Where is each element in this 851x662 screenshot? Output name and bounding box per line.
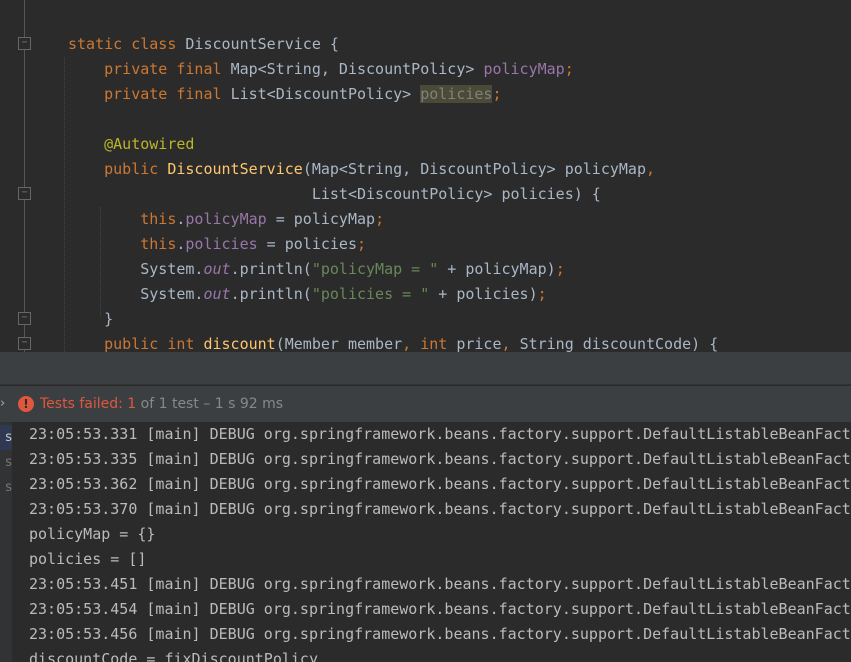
test-status-bar: › ! Tests failed: 1 of 1 test – 1 s 92 m… [0,386,851,422]
code-line: this.policyMap = policyMap; [68,207,384,232]
code-token: = policies [257,235,357,253]
console-line: 23:05:53.331 [main] DEBUG org.springfram… [29,425,851,443]
test-tree-item[interactable]: s [0,475,12,500]
code-line: } [68,307,113,332]
code-token: String discountCode) { [519,335,719,352]
console-line: 23:05:53.454 [main] DEBUG org.springfram… [29,600,851,618]
console-line: discountCode = fixDiscountPolicy [29,650,318,662]
code-line: List<DiscountPolicy> policies) { [68,182,601,207]
code-token: ; [555,260,565,278]
code-token: out [203,285,231,303]
code-token: policies [185,235,258,253]
code-token: Map<String, DiscountPolicy> [230,60,484,78]
code-token: List<DiscountPolicy> policies) { [68,185,601,203]
code-editor[interactable]: − − − − static class DiscountService { p… [0,0,851,352]
code-token: policies [420,85,493,103]
console-line: 23:05:53.370 [main] DEBUG org.springfram… [29,500,851,518]
code-line: this.policies = policies; [68,232,366,257]
code-line: @Autowired [68,132,194,157]
failed-count: 1 [127,396,137,412]
test-tree-strip: s s s [0,422,12,662]
code-token: policyMap [483,60,565,78]
console-line: 23:05:53.335 [main] DEBUG org.springfram… [29,450,851,468]
code-token: .println( [230,260,312,278]
code-line: System.out.println("policies = " + polic… [68,282,547,307]
code-token: List<DiscountPolicy> [230,85,421,103]
console-line: policyMap = {} [29,525,156,543]
error-icon: ! [18,396,34,412]
code-line: static class DiscountService { [68,32,339,57]
code-token: "policies = " [311,285,430,303]
console-output[interactable]: 23:05:53.331 [main] DEBUG org.springfram… [12,422,851,662]
fold-icon[interactable]: − [18,37,31,50]
code-token: } [68,310,114,328]
code-token: , [645,160,656,178]
code-token: @Autowired [68,135,195,153]
code-line: private final List<DiscountPolicy> polic… [68,82,502,107]
console-line: 23:05:53.451 [main] DEBUG org.springfram… [29,575,851,593]
code-token: , int [402,335,457,352]
panel-divider[interactable] [0,352,851,385]
chevron-right-icon[interactable]: › [0,386,5,422]
code-token: ; [537,285,547,303]
console-line: 23:05:53.456 [main] DEBUG org.springfram… [29,625,851,643]
code-line: System.out.println("policyMap = " + poli… [68,257,565,282]
code-line: public DiscountService(Map<String, Disco… [68,157,655,182]
code-token: ; [564,60,574,78]
fold-icon[interactable]: − [18,312,31,325]
code-token: + policyMap) [438,260,556,278]
test-tree-item[interactable]: s [0,425,12,450]
test-status-text: Tests failed: 1 of 1 test – 1 s 92 ms [40,386,283,422]
status-label: Tests failed: [40,396,128,412]
code-token: private final [68,60,231,78]
code-line: private final Map<String, DiscountPolicy… [68,57,574,82]
code-token: .println( [230,285,312,303]
console-line: policies = [] [29,550,147,568]
code-token: public [68,160,168,178]
code-token: out [203,260,231,278]
code-token: (Map<String, DiscountPolicy> policyMap [302,160,646,178]
code-token: this [68,235,177,253]
code-token: ; [375,210,385,228]
test-tree-item[interactable]: s [0,450,12,475]
fold-icon[interactable]: − [18,187,31,200]
fold-icon[interactable]: − [18,337,31,350]
code-token: = policyMap [266,210,376,228]
code-token: + policies) [429,285,538,303]
code-token: "policyMap = " [311,260,439,278]
test-summary: of 1 test – 1 s 92 ms [136,396,284,412]
code-token: ; [492,85,502,103]
code-line: public int discount(Member member, int p… [68,332,718,352]
code-token: System. [68,285,204,303]
code-token: static class [68,35,186,53]
code-token: policyMap [185,210,267,228]
indent-guide [64,57,65,352]
gutter-line [24,0,25,352]
code-token: this [68,210,177,228]
code-token: (Member member [275,335,403,352]
code-token: ; [357,235,367,253]
code-token: price [456,335,502,352]
code-token: discount [203,335,276,352]
code-token: , [501,335,520,352]
code-token: DiscountService [167,160,303,178]
code-token: private final [68,85,231,103]
code-token: DiscountService { [185,35,339,53]
code-token: public int [68,335,204,352]
code-token: System. [68,260,204,278]
console-line: 23:05:53.362 [main] DEBUG org.springfram… [29,475,851,493]
